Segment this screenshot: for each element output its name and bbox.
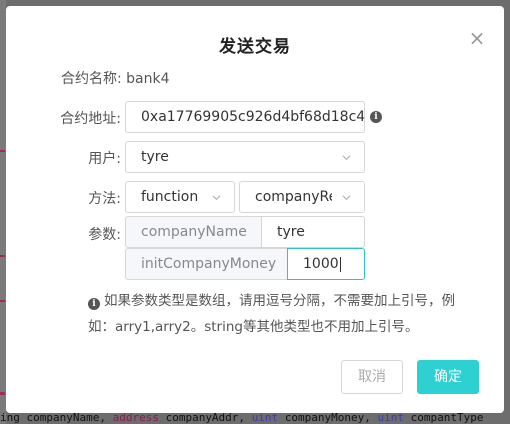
param-input-companyName[interactable]: tyre: [261, 216, 365, 248]
info-icon: i: [88, 298, 100, 310]
user-select[interactable]: tyre: [125, 141, 365, 173]
background-syntax-mark: [0, 300, 5, 302]
dialog-title: 发送交易: [219, 37, 291, 57]
info-icon: i: [370, 111, 382, 123]
background-syntax-mark: [0, 392, 5, 395]
confirm-button[interactable]: 确定: [417, 360, 479, 394]
background-syntax-mark: [0, 255, 5, 257]
user-select-value: tyre: [141, 149, 169, 165]
send-transaction-dialog: 发送交易 × 合约名称: bank4 合约地址: 0xa17769905c926…: [6, 6, 504, 413]
chevron-down-icon: [342, 195, 351, 201]
param-name-initCompanyMoney: initCompanyMoney: [125, 248, 288, 280]
cancel-button[interactable]: 取消: [341, 360, 403, 394]
contract-name-value: bank4: [126, 71, 170, 87]
contract-address-label: 合约地址:: [60, 111, 121, 127]
param-input-value: 1000: [303, 256, 339, 272]
method-type-value: function: [141, 189, 199, 205]
close-icon[interactable]: ×: [468, 28, 486, 48]
hint-line-2: 如：arry1,arry2。string等其他类型也不用加上引号。: [88, 319, 419, 335]
text-cursor: [339, 256, 341, 272]
params-label: 参数:: [88, 227, 121, 243]
array-hint: i 如果参数类型是数组，请用逗号分隔，不需要加上引号，例 如：arry1,arry…: [88, 288, 488, 340]
contract-address-field[interactable]: 0xa17769905c926d4bf68d18c4d: [125, 101, 365, 133]
background-code-line: ing companyName, address companyAddr, ui…: [0, 412, 484, 424]
method-type-select[interactable]: function: [125, 181, 235, 213]
user-label: 用户:: [88, 151, 121, 167]
param-input-initCompanyMoney[interactable]: 1000: [287, 248, 365, 280]
method-name-select[interactable]: companyReg: [239, 181, 365, 213]
background-syntax-mark: [0, 150, 5, 152]
method-label: 方法:: [88, 191, 121, 207]
hint-line-1: 如果参数类型是数组，请用逗号分隔，不需要加上引号，例: [104, 293, 455, 309]
contract-name-label: 合约名称:: [61, 71, 122, 87]
param-name-companyName: companyName: [125, 216, 262, 248]
chevron-down-icon: [212, 195, 221, 201]
chevron-down-icon: [342, 155, 351, 161]
contract-name-row: 合约名称: bank4: [61, 68, 170, 88]
